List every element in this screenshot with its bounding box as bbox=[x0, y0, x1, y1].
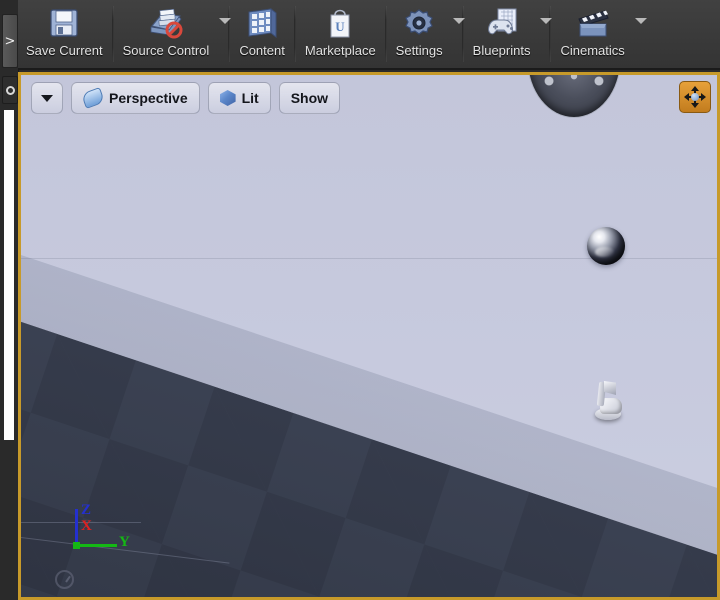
left-panel-secondary-tab[interactable] bbox=[2, 76, 18, 104]
toolbar-settings-button[interactable]: Settings bbox=[388, 0, 465, 68]
toolbar-blueprints-button[interactable]: Blueprints bbox=[465, 0, 553, 68]
source-control-disabled-icon bbox=[144, 4, 188, 42]
axis-y-line bbox=[75, 544, 117, 547]
viewport-show-label: Show bbox=[290, 90, 329, 106]
toolbar-item-label: Settings bbox=[395, 43, 443, 58]
toolbar-item-label: Save Current bbox=[26, 43, 103, 58]
toolbar-cinematics-button[interactable]: Cinematics bbox=[552, 0, 647, 68]
main-toolbar: Save Current Source Control Content U Ma… bbox=[18, 0, 720, 70]
svg-text:U: U bbox=[336, 19, 346, 34]
viewport-options-button[interactable] bbox=[31, 82, 63, 114]
toolbar-separator bbox=[111, 6, 114, 62]
toolbar-separator bbox=[461, 6, 464, 62]
marketplace-bag-icon: U bbox=[318, 4, 362, 42]
circle-icon bbox=[5, 85, 15, 95]
toolbar-separator bbox=[384, 6, 387, 62]
chevron-down-icon[interactable] bbox=[540, 18, 553, 24]
left-panel-scroll-area bbox=[4, 110, 14, 440]
viewport-lighting-mode-label: Lit bbox=[241, 90, 259, 106]
perspective-camera-icon bbox=[80, 87, 106, 109]
chevron-down-icon[interactable] bbox=[634, 18, 647, 24]
lit-cube-icon bbox=[219, 90, 236, 106]
toolbar-separator bbox=[293, 6, 296, 62]
floppy-disk-icon bbox=[42, 4, 86, 42]
chrome-sphere-mesh[interactable] bbox=[587, 227, 625, 265]
viewport-view-mode-label: Perspective bbox=[109, 90, 188, 106]
toolbar-separator bbox=[228, 6, 231, 62]
toolbar-separator bbox=[549, 6, 552, 62]
viewport-move-tool-button[interactable] bbox=[679, 81, 711, 113]
white-prop-mesh[interactable] bbox=[593, 380, 627, 422]
viewport-toolbar: Perspective Lit Show bbox=[21, 75, 717, 121]
chevron-right-icon: > bbox=[4, 33, 16, 49]
toolbar-source-control-button[interactable]: Source Control bbox=[115, 0, 232, 68]
axis-origin bbox=[73, 542, 80, 549]
left-side-strip: > bbox=[0, 0, 19, 600]
viewport-render-area[interactable]: Z X Y Perspective Lit Show bbox=[21, 75, 717, 597]
toolbar-item-label: Marketplace bbox=[304, 43, 376, 58]
axis-x-label: X bbox=[81, 518, 92, 534]
level-viewport[interactable]: Z X Y Perspective Lit Show bbox=[18, 72, 720, 600]
content-grid-icon bbox=[240, 4, 284, 42]
camera-speed-icon[interactable] bbox=[55, 570, 74, 589]
viewport-lighting-mode-button[interactable]: Lit bbox=[207, 82, 271, 114]
axis-z-label: Z bbox=[81, 502, 92, 518]
move-gizmo-icon bbox=[684, 86, 706, 108]
blueprint-gamepad-icon bbox=[480, 4, 524, 42]
viewport-view-mode-button[interactable]: Perspective bbox=[71, 82, 200, 114]
editor-window: > Save Current Source Control Content U … bbox=[0, 0, 720, 600]
axis-y-label: Y bbox=[119, 534, 130, 550]
toolbar-content-button[interactable]: Content bbox=[231, 0, 293, 68]
viewport-show-menu-button[interactable]: Show bbox=[278, 82, 341, 114]
toolbar-item-label: Blueprints bbox=[472, 43, 531, 58]
toolbar-save-current-button[interactable]: Save Current bbox=[18, 0, 111, 68]
gear-icon bbox=[397, 4, 441, 42]
clapperboard-icon bbox=[571, 4, 615, 42]
viewport-axis-gizmo: Z X Y bbox=[57, 501, 131, 555]
toolbar-marketplace-button[interactable]: U Marketplace bbox=[297, 0, 384, 68]
toolbar-item-label: Cinematics bbox=[560, 43, 625, 58]
expand-left-panel-tab[interactable]: > bbox=[2, 14, 18, 68]
chevron-down-icon bbox=[41, 94, 53, 102]
prop-flag bbox=[604, 381, 616, 395]
toolbar-item-label: Source Control bbox=[122, 43, 210, 58]
toolbar-item-label: Content bbox=[239, 43, 285, 58]
chevron-down-icon[interactable] bbox=[452, 18, 465, 24]
chevron-down-icon[interactable] bbox=[219, 18, 232, 24]
